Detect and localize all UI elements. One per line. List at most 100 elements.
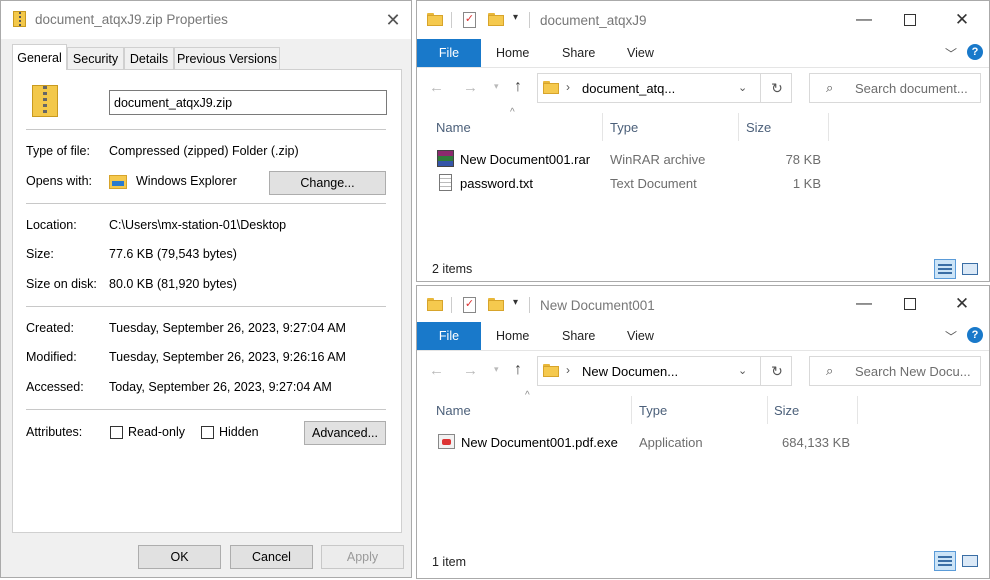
minimize-icon[interactable]: — [841, 5, 887, 35]
properties-title: document_atqxJ9.zip Properties [35, 12, 228, 27]
close-icon[interactable]: ✕ [939, 5, 985, 35]
breadcrumb-chevron-icon: › [566, 80, 570, 94]
refresh-icon[interactable]: ↻ [760, 357, 793, 385]
ribbon-view-tab[interactable]: View [627, 39, 654, 67]
forward-arrow-icon[interactable]: → [463, 362, 478, 379]
file-name: password.txt [460, 176, 533, 191]
qat-dropdown-icon[interactable]: ▾ [513, 297, 518, 308]
address-bar[interactable]: › document_atq... ⌄ ↻ [537, 73, 792, 103]
up-arrow-icon[interactable]: ↑ [514, 361, 522, 379]
tab-security[interactable]: Security [67, 47, 124, 69]
divider [26, 306, 386, 307]
ribbon-file-tab[interactable]: File [417, 322, 481, 350]
column-header-name[interactable]: Name [436, 120, 471, 135]
recent-dropdown-icon[interactable]: ▾ [494, 364, 499, 375]
file-name: New Document001.pdf.exe [461, 435, 618, 450]
ribbon-border [417, 67, 989, 68]
ok-button[interactable]: OK [138, 545, 221, 569]
search-box[interactable]: ⌕ Search document... [809, 73, 981, 103]
search-icon: ⌕ [826, 363, 834, 378]
close-icon[interactable]: ✕ [373, 5, 411, 35]
column-header-size[interactable]: Size [774, 403, 799, 418]
type-value: Compressed (zipped) Folder (.zip) [109, 144, 299, 158]
refresh-icon[interactable]: ↻ [760, 74, 793, 102]
maximize-icon[interactable] [887, 5, 933, 35]
opens-value: Windows Explorer [136, 174, 237, 188]
qat-separator [451, 297, 452, 313]
column-header-size[interactable]: Size [746, 120, 771, 135]
ribbon-home-tab[interactable]: Home [496, 39, 529, 67]
address-dropdown-icon[interactable]: ⌄ [738, 81, 747, 94]
help-icon[interactable]: ? [967, 44, 983, 60]
column-header-name[interactable]: Name [436, 403, 471, 418]
location-label: Location: [26, 218, 77, 232]
help-icon[interactable]: ? [967, 327, 983, 343]
ribbon-view-tab[interactable]: View [627, 322, 654, 350]
ribbon-border [417, 350, 989, 351]
qat-dropdown-icon[interactable]: ▾ [513, 12, 518, 23]
search-box[interactable]: ⌕ Search New Docu... [809, 356, 981, 386]
filename-input[interactable] [109, 90, 387, 115]
explorer-window-top: ✓ ▾ document_atqxJ9 — ✕ File Home Share … [416, 0, 990, 282]
search-placeholder: Search document... [855, 81, 968, 96]
forward-arrow-icon[interactable]: → [463, 79, 478, 96]
file-type: WinRAR archive [610, 152, 706, 167]
readonly-label: Read-only [128, 425, 185, 439]
properties-check-icon[interactable]: ✓ [463, 12, 476, 28]
sort-indicator-icon: ^ [525, 390, 530, 401]
modified-label: Modified: [26, 350, 77, 364]
opens-label: Opens with: [26, 174, 93, 188]
up-arrow-icon[interactable]: ↑ [514, 78, 522, 96]
new-folder-icon[interactable] [488, 13, 504, 26]
recent-dropdown-icon[interactable]: ▾ [494, 81, 499, 92]
column-header-type[interactable]: Type [639, 403, 667, 418]
properties-dialog: document_atqxJ9.zip Properties ✕ General… [0, 0, 412, 578]
back-arrow-icon[interactable]: ← [429, 362, 444, 379]
size-value: 77.6 KB (79,543 bytes) [109, 247, 237, 261]
close-icon[interactable]: ✕ [939, 289, 985, 319]
details-view-icon[interactable] [934, 551, 956, 571]
details-view-icon[interactable] [934, 259, 956, 279]
ribbon-file-tab[interactable]: File [417, 39, 481, 67]
folder-icon [427, 13, 443, 26]
ribbon-share-tab[interactable]: Share [562, 322, 595, 350]
advanced-button[interactable]: Advanced... [304, 421, 386, 445]
column-separator [602, 113, 603, 141]
column-header-type[interactable]: Type [610, 120, 638, 135]
hidden-checkbox[interactable] [201, 426, 214, 439]
ribbon-expand-icon[interactable]: ﹀ [945, 45, 957, 62]
ribbon-share-tab[interactable]: Share [562, 39, 595, 67]
zip-file-large-icon [32, 85, 58, 117]
large-icons-view-icon[interactable] [959, 259, 981, 279]
search-placeholder: Search New Docu... [855, 364, 971, 379]
ribbon-expand-icon[interactable]: ﹀ [945, 328, 957, 345]
qat-separator [451, 12, 452, 28]
address-bar[interactable]: › New Documen... ⌄ ↻ [537, 356, 792, 386]
address-dropdown-icon[interactable]: ⌄ [738, 364, 747, 377]
table-row[interactable]: New Document001.pdf.exe Application 684,… [433, 432, 873, 454]
tab-general[interactable]: General [12, 44, 67, 70]
apply-button[interactable]: Apply [321, 545, 404, 569]
table-row[interactable]: password.txt Text Document 1 KB [433, 173, 833, 195]
sort-indicator-icon: ^ [510, 107, 515, 118]
new-folder-icon[interactable] [488, 298, 504, 311]
minimize-icon[interactable]: — [841, 289, 887, 319]
type-label: Type of file: [26, 144, 90, 158]
folder-icon [543, 81, 559, 94]
readonly-checkbox[interactable] [110, 426, 123, 439]
address-path: document_atq... [582, 81, 676, 96]
explorer-window-bottom: ✓ ▾ New Document001 — ✕ File Home Share … [416, 285, 990, 579]
tab-previous-versions[interactable]: Previous Versions [174, 47, 280, 69]
change-button[interactable]: Change... [269, 171, 386, 195]
large-icons-view-icon[interactable] [959, 551, 981, 571]
ribbon-home-tab[interactable]: Home [496, 322, 529, 350]
table-row[interactable]: New Document001.rar WinRAR archive 78 KB [433, 149, 833, 171]
tab-details[interactable]: Details [124, 47, 174, 69]
accessed-label: Accessed: [26, 380, 84, 394]
divider [26, 129, 386, 130]
cancel-button[interactable]: Cancel [230, 545, 313, 569]
maximize-icon[interactable] [887, 289, 933, 319]
column-separator [828, 113, 829, 141]
properties-check-icon[interactable]: ✓ [463, 297, 476, 313]
back-arrow-icon[interactable]: ← [429, 79, 444, 96]
